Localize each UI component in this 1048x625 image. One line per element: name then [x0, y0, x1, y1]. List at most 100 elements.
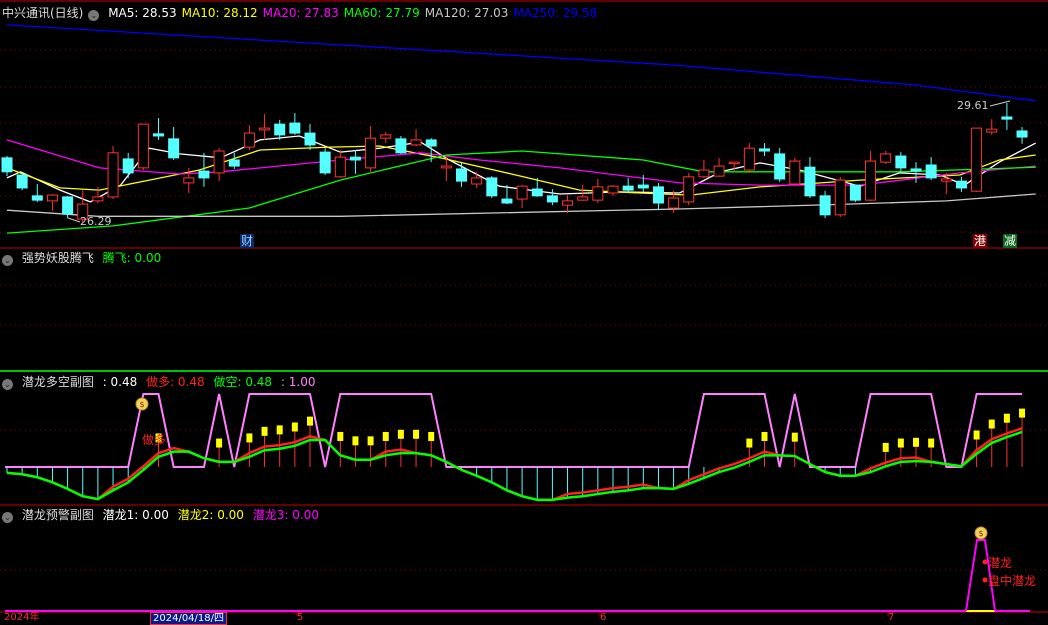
panel3-extra: : 1.00	[280, 375, 316, 389]
candle-down	[16, 174, 28, 189]
ma-label: MA10: 28.12	[181, 6, 258, 20]
candle-down	[198, 170, 210, 179]
signal-block	[261, 426, 268, 436]
candle-up	[410, 139, 422, 146]
candle-up	[562, 200, 574, 206]
candle-down	[274, 123, 286, 136]
candle-up	[243, 132, 255, 148]
candle-up	[668, 197, 680, 209]
candle-down	[349, 156, 361, 161]
low-price-label: 26.29	[80, 215, 112, 228]
collapse-icon[interactable]: ⌄	[2, 255, 13, 266]
signal-block	[246, 433, 253, 443]
panel2-title: 强势妖股腾飞	[21, 251, 94, 265]
candle-up	[259, 127, 271, 131]
candle-down	[955, 180, 967, 189]
candle-up	[365, 137, 377, 169]
candle-down	[849, 184, 861, 201]
candle-up	[213, 150, 225, 174]
intraday-qianlong-signal: 盘中潜龙	[988, 574, 1037, 588]
signal-block	[382, 431, 389, 441]
signal-dot	[982, 559, 988, 565]
signal-block	[791, 432, 798, 442]
panel2-value: 腾飞: 0.00	[102, 251, 162, 265]
candle-up	[834, 179, 846, 216]
signal-block	[276, 425, 283, 435]
candle-down	[910, 168, 922, 172]
candle-down	[819, 195, 831, 216]
ma-label: MA5: 28.53	[108, 6, 177, 20]
candle-up	[789, 160, 801, 185]
panel4-v1: 潜龙1: 0.00	[102, 508, 169, 522]
hk-badge[interactable]: 港	[973, 234, 988, 248]
candle-up	[940, 178, 952, 182]
panel4-v3: 潜龙3: 0.00	[252, 508, 319, 522]
collapse-icon[interactable]: ⌄	[2, 379, 13, 390]
candle-down	[804, 166, 816, 197]
candle-up	[743, 147, 755, 171]
money-bag-icon: $	[978, 529, 983, 538]
axis-year: 2024年	[4, 612, 40, 623]
candle-down	[153, 133, 164, 137]
axis-month: 5	[297, 612, 304, 623]
signal-block	[413, 429, 420, 439]
candle-up	[577, 196, 589, 201]
signal-block	[973, 430, 980, 440]
candle-up	[986, 128, 998, 133]
candle-down	[759, 148, 770, 152]
candle-down	[925, 164, 937, 179]
candle-down	[1016, 130, 1028, 138]
chart-canvas[interactable]: $$	[0, 0, 1048, 623]
candle-down	[486, 177, 498, 197]
ma-label: MA120: 27.03	[424, 6, 509, 20]
candle-down	[168, 138, 180, 159]
candle-down	[289, 122, 301, 134]
candle-down	[425, 139, 437, 147]
candle-down	[546, 195, 558, 203]
panel4-title: 潜龙预警副图	[21, 508, 94, 522]
panel3-title: 潜龙多空副图	[21, 375, 94, 389]
candle-up	[713, 165, 725, 177]
collapse-icon[interactable]: ⌄	[2, 512, 13, 523]
collapse-icon[interactable]: ⌄	[88, 10, 100, 21]
candle-up	[440, 165, 452, 169]
candle-down	[1, 157, 13, 173]
signal-block	[367, 436, 374, 446]
candle-down	[652, 186, 664, 204]
signal-block	[428, 431, 435, 441]
finance-badge[interactable]: 财	[240, 234, 255, 248]
money-bag-icon: $	[139, 400, 144, 409]
signal-block	[928, 438, 935, 448]
signal-block	[761, 431, 768, 441]
candle-down	[637, 184, 649, 189]
signal-block	[291, 422, 298, 432]
candle-up	[683, 176, 695, 203]
candle-up	[865, 160, 877, 201]
candle-down	[304, 132, 316, 146]
candle-up	[46, 194, 58, 202]
candle-down	[31, 195, 43, 201]
qianlong-signal: 潜龙	[988, 556, 1013, 570]
signal-block	[1019, 408, 1026, 418]
signal-block	[913, 437, 919, 447]
candle-up	[592, 186, 604, 201]
reduce-badge[interactable]: 减	[1003, 234, 1018, 248]
axis-month: 6	[600, 612, 607, 623]
panel3-long: 做多: 0.48	[146, 375, 205, 389]
signal-block	[307, 416, 313, 426]
candle-down	[456, 168, 467, 182]
candle-up	[698, 169, 710, 178]
candle-down	[1001, 116, 1013, 120]
panel3-header: ⌄ 潜龙多空副图 : 0.48 做多: 0.48 做空: 0.48 : 1.00	[2, 374, 320, 390]
signal-block	[988, 419, 995, 429]
candle-up	[728, 161, 740, 165]
long-signal-label: 做多	[142, 433, 167, 447]
main-header: 中兴通讯(日线) ⌄ MA5: 28.53 MA10: 28.12 MA20: 27.…	[2, 5, 607, 21]
panel4-v2: 潜龙2: 0.00	[177, 508, 244, 522]
signal-block	[397, 429, 404, 439]
candle-down	[319, 151, 331, 174]
ma250-line	[6, 24, 1036, 102]
signal-block	[216, 438, 223, 448]
candle-down	[774, 153, 786, 180]
candle-down	[122, 158, 134, 174]
